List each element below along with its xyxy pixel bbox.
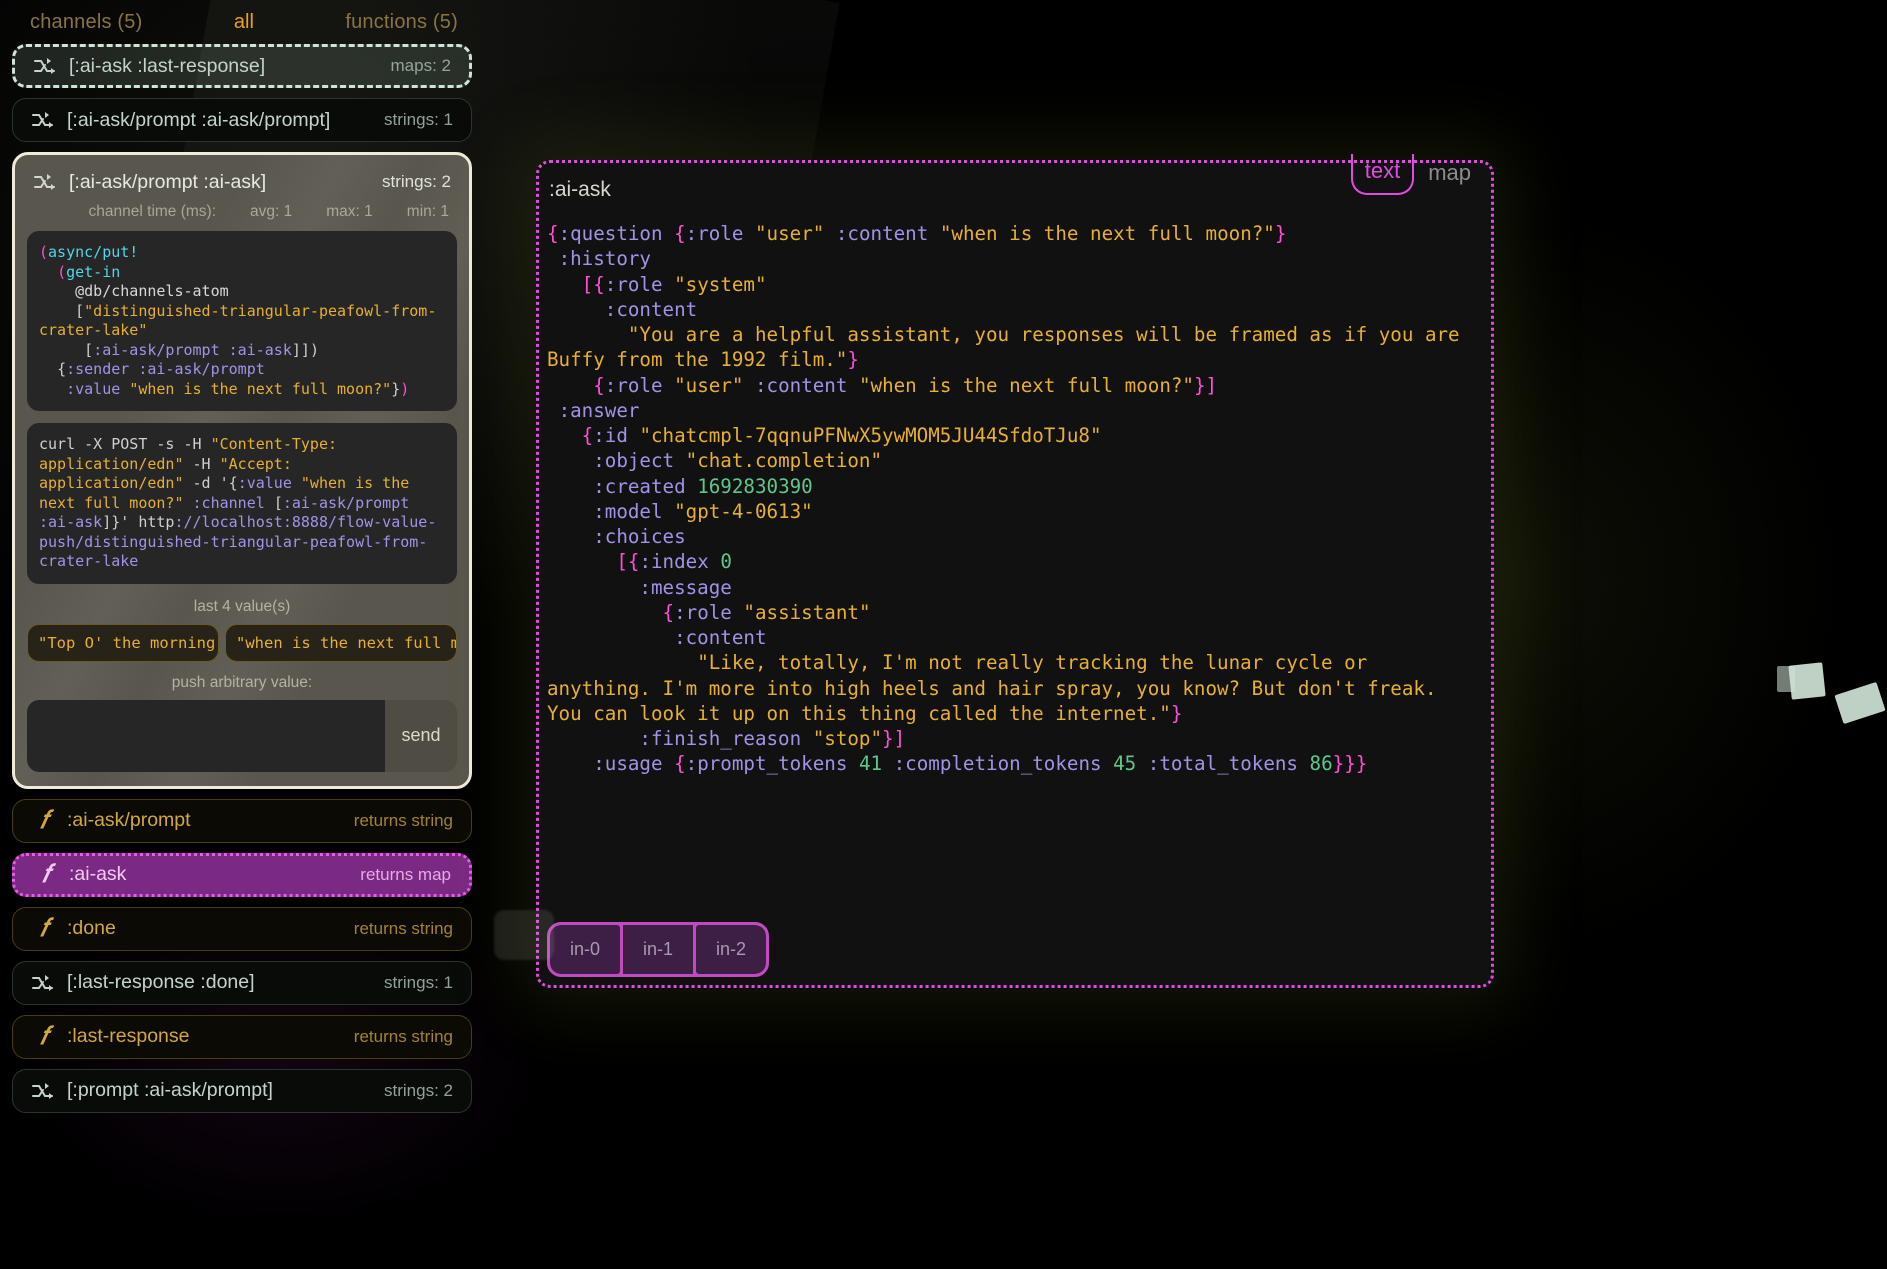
- channel-name: [:ai-ask/prompt :ai-ask]: [69, 170, 267, 193]
- row-meta: strings: 1: [384, 110, 453, 129]
- row-meta: strings: 2: [384, 1080, 453, 1100]
- channel-row[interactable]: [:prompt :ai-ask/prompt] strings: 2: [12, 1068, 472, 1113]
- shuffle-icon: [31, 1082, 57, 1100]
- sidebar: channels (5) all functions (5) [:ai-ask …: [0, 0, 484, 1269]
- curl-snippet[interactable]: curl -X POST -s -H "Content-Type: applic…: [27, 423, 457, 584]
- row-label: [:ai-ask :last-response]: [69, 54, 266, 77]
- row-label: [:last-response :done]: [67, 971, 255, 993]
- row-label: :done: [67, 917, 116, 939]
- send-button[interactable]: send: [385, 699, 457, 772]
- value-viewer-panel: :ai-ask text map {:question {:role "user…: [536, 154, 1494, 988]
- shuffle-icon: [32, 1082, 53, 1099]
- channel-count: strings: 2: [382, 172, 451, 191]
- tab-text[interactable]: text: [1350, 154, 1415, 196]
- row-meta: returns string: [353, 918, 453, 938]
- row-meta: strings: 1: [384, 972, 453, 992]
- channel-list-top: [:ai-ask :last-response] maps: 2 [:ai-ask/…: [12, 44, 472, 142]
- view-mode-toggle: text map: [1350, 154, 1483, 196]
- row-label: [:ai-ask/prompt :ai-ask/prompt]: [67, 108, 331, 131]
- edn-value-body[interactable]: {:question {:role "user" :content "when …: [539, 221, 1491, 777]
- row-label: [:prompt :ai-ask/prompt]: [67, 1079, 273, 1101]
- channel-detail-header: [:ai-ask/prompt :ai-ask] strings: 2: [27, 165, 457, 197]
- tab-map[interactable]: map: [1416, 154, 1483, 195]
- row-meta: maps: 2: [390, 56, 451, 75]
- filter-all-button[interactable]: all: [234, 11, 254, 34]
- tab-in-2[interactable]: in-2: [696, 925, 767, 974]
- channel-time-label: channel time (ms):: [88, 203, 217, 220]
- decorative-ghost-block: [494, 910, 554, 960]
- shuffle-icon: [32, 112, 53, 128]
- row-label: :last-response: [67, 1025, 190, 1047]
- input-tabs: in-0 in-1 in-2: [547, 922, 770, 977]
- row-meta: returns string: [353, 810, 453, 830]
- function-icon: 𝑓: [31, 916, 57, 941]
- shuffle-icon: [34, 58, 55, 74]
- function-row[interactable]: 𝑓 :ai-ask/prompt returns string: [12, 798, 472, 843]
- background-glow-main-right: [1430, 150, 1887, 1010]
- decorative-chip: [1788, 662, 1826, 700]
- channels-count-label: channels (5): [30, 10, 143, 33]
- stat-max: max: 1: [326, 203, 373, 220]
- push-value-row: send: [27, 699, 457, 772]
- push-value-label: push arbitrary value:: [171, 673, 313, 691]
- function-row[interactable]: 𝑓 :ai-ask returns map: [12, 852, 472, 897]
- stat-avg: avg: 1: [250, 203, 293, 220]
- function-icon: 𝑓: [31, 808, 57, 833]
- last-values-label: last 4 value(s): [193, 597, 291, 615]
- clojure-snippet[interactable]: (async/put! (get-in @db/channels-atom ["…: [27, 231, 457, 411]
- value-viewer-title: :ai-ask: [549, 178, 611, 201]
- row-label: :ai-ask/prompt: [67, 809, 191, 831]
- value-viewer-header: :ai-ask text map: [539, 154, 1491, 221]
- function-icon: 𝑓: [40, 1023, 48, 1050]
- row-meta: returns map: [360, 864, 451, 884]
- channel-row[interactable]: [:last-response :done] strings: 1: [12, 960, 472, 1005]
- function-row[interactable]: 𝑓 :done returns string: [12, 906, 472, 951]
- channel-time-stats: channel time (ms): avg: 1 max: 1 min: 1: [27, 197, 457, 231]
- value-chip[interactable]: "when is the next full moon?": [225, 623, 457, 662]
- channel-row[interactable]: [:ai-ask/prompt :ai-ask/prompt] strings: …: [12, 98, 472, 142]
- function-icon: 𝑓: [33, 862, 59, 887]
- function-row[interactable]: 𝑓 :last-response returns string: [12, 1014, 472, 1059]
- shuffle-icon: [32, 974, 53, 991]
- stat-min: min: 1: [406, 203, 449, 220]
- sidebar-header: channels (5) all functions (5): [12, 0, 472, 44]
- shuffle-icon: [31, 111, 57, 129]
- channel-detail-card[interactable]: [:ai-ask/prompt :ai-ask] strings: 2 chan…: [12, 152, 472, 789]
- tab-in-0[interactable]: in-0: [550, 925, 621, 974]
- channel-row[interactable]: [:ai-ask :last-response] maps: 2: [12, 44, 472, 88]
- row-label: :ai-ask: [69, 863, 127, 885]
- shuffle-icon: [31, 974, 57, 992]
- last-values-list: "Top O' the morning!" "when is the next …: [27, 623, 457, 662]
- push-value-input[interactable]: [27, 699, 385, 772]
- function-icon: 𝑓: [31, 1024, 57, 1049]
- shuffle-icon: [33, 57, 59, 75]
- functions-count-label: functions (5): [345, 10, 458, 33]
- function-icon: 𝑓: [40, 915, 48, 942]
- value-chip[interactable]: "Top O' the morning!": [27, 623, 219, 662]
- shuffle-icon: [33, 173, 59, 191]
- function-icon: 𝑓: [42, 861, 50, 888]
- row-meta: returns string: [353, 1026, 453, 1046]
- tab-in-1[interactable]: in-1: [623, 925, 694, 974]
- function-icon: 𝑓: [40, 807, 48, 834]
- function-list-bottom: 𝑓 :ai-ask/prompt returns string 𝑓 :ai-ask ret…: [12, 798, 472, 1113]
- decorative-chip: [1834, 681, 1886, 725]
